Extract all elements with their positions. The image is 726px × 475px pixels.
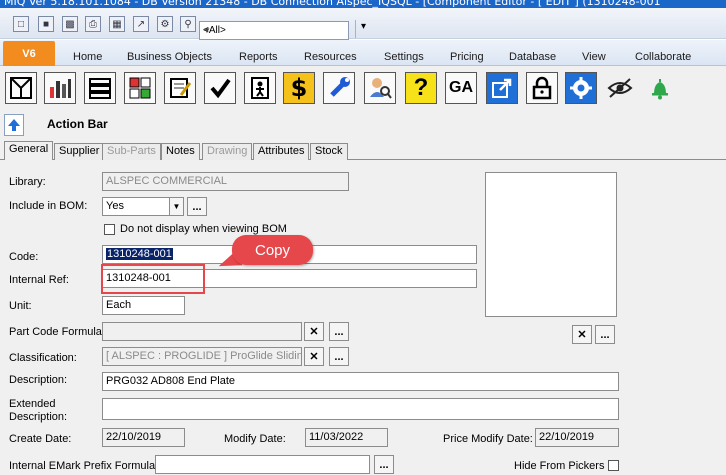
classification-more-button[interactable]: ... — [329, 347, 349, 366]
tab-general[interactable]: General — [4, 141, 54, 161]
print-icon[interactable]: ⎙ — [85, 16, 101, 32]
part-code-more-button[interactable]: ... — [329, 322, 349, 341]
quick-access-toolbar: □ ■ ▩ ⎙ ▦ ↗ ⚙ ⚲ <All> ▼ ▾ — [0, 8, 726, 40]
tab-notes[interactable]: Notes — [161, 143, 200, 160]
hide-pickers-label: Hide From Pickers — [514, 460, 605, 472]
image-more-button[interactable]: ... — [595, 325, 615, 344]
price-modify-date-label: Price Modify Date: — [443, 433, 533, 445]
library-field: ALSPEC COMMERCIAL — [102, 172, 349, 191]
list-view-icon[interactable] — [84, 72, 116, 104]
modify-date-field: 11/03/2022 — [305, 428, 388, 447]
window-title-bar: MIQ Ver 5.18.101.1084 - DB Version 21348… — [0, 0, 726, 8]
classification-field[interactable]: [ ALSPEC : PROGLIDE ] ProGlide Sliding — [102, 347, 302, 366]
unit-label: Unit: — [9, 300, 32, 312]
edit-form-icon[interactable] — [164, 72, 196, 104]
help-icon[interactable]: ? — [405, 72, 437, 104]
tab-resources[interactable]: Resources — [304, 51, 357, 63]
save-icon[interactable]: ■ — [38, 16, 54, 32]
dollar-label: $ — [290, 74, 308, 102]
ga-icon[interactable]: GA — [445, 72, 477, 104]
modify-date-label: Modify Date: — [224, 433, 286, 445]
user-search-icon[interactable] — [364, 72, 396, 104]
hide-pickers-checkbox[interactable] — [608, 460, 619, 471]
tab-supplier[interactable]: Supplier — [54, 143, 105, 160]
unit-field[interactable]: Each — [102, 296, 185, 315]
hide-eye-icon[interactable] — [604, 72, 636, 104]
export-icon[interactable]: ↗ — [133, 16, 149, 32]
copy-callout: Copy — [232, 235, 313, 265]
part-code-formula-label: Part Code Formula: — [9, 326, 105, 338]
grid-view-icon[interactable] — [124, 72, 156, 104]
tab-settings[interactable]: Settings — [384, 51, 424, 63]
component-icon[interactable] — [5, 72, 37, 104]
tab-database[interactable]: Database — [509, 51, 556, 63]
pricing-icon[interactable]: $ — [283, 72, 315, 104]
action-bar — [0, 110, 726, 140]
up-arrow-icon[interactable] — [4, 114, 24, 136]
tab-v6[interactable]: V6 — [3, 41, 55, 66]
extended-description-field[interactable] — [102, 398, 619, 420]
bell-icon[interactable] — [644, 72, 676, 104]
tab-home[interactable]: Home — [73, 51, 102, 63]
classification-clear-button[interactable]: ✕ — [304, 347, 324, 366]
export-arrow-icon[interactable] — [486, 72, 518, 104]
tab-reports[interactable]: Reports — [239, 51, 278, 63]
tab-attributes[interactable]: Attributes — [253, 143, 310, 160]
description-field[interactable]: PRG032 AD808 End Plate — [102, 372, 619, 391]
toolbar-separator — [355, 20, 356, 38]
create-date-label: Create Date: — [9, 433, 72, 445]
extended-description-label-2: Description: — [9, 411, 68, 423]
part-code-formula-field[interactable] — [102, 322, 302, 341]
part-code-clear-button[interactable]: ✕ — [304, 322, 324, 341]
include-bom-label: Include in BOM: — [9, 200, 88, 212]
create-date-field: 22/10/2019 — [102, 428, 185, 447]
classification-label: Classification: — [9, 352, 77, 364]
code-label: Code: — [9, 251, 39, 263]
internal-ref-label: Internal Ref: — [9, 274, 69, 286]
customize-toolbar-icon[interactable]: ▾ — [361, 21, 366, 32]
include-bom-select[interactable]: Yes ▼ — [102, 197, 184, 216]
lock-icon[interactable] — [526, 72, 558, 104]
tab-collaborate[interactable]: Collaborate — [635, 51, 691, 63]
tab-pricing[interactable]: Pricing — [450, 51, 484, 63]
price-modify-date-field: 22/10/2019 — [535, 428, 619, 447]
component-image-box[interactable] — [485, 172, 617, 317]
emark-prefix-more-button[interactable]: ... — [374, 455, 394, 474]
action-bar-title: Action Bar — [47, 117, 108, 131]
include-bom-more-button[interactable]: ... — [187, 197, 207, 216]
save-all-icon[interactable]: ▩ — [62, 16, 78, 32]
copy-highlight-box — [101, 264, 205, 294]
tab-view[interactable]: View — [582, 51, 606, 63]
chart-icon[interactable] — [44, 72, 76, 104]
no-display-checkbox[interactable] — [104, 224, 115, 235]
include-bom-value: Yes — [106, 200, 124, 212]
chevron-down-icon[interactable]: ▼ — [169, 198, 183, 215]
ga-label: GA — [449, 79, 473, 96]
no-display-label: Do not display when viewing BOM — [120, 223, 287, 235]
tab-stock[interactable]: Stock — [310, 143, 348, 160]
emark-prefix-field[interactable] — [155, 455, 370, 474]
settings-gear-icon[interactable] — [565, 72, 597, 104]
wrench-icon[interactable] — [323, 72, 355, 104]
image-clear-button[interactable]: ✕ — [572, 325, 592, 344]
tools-icon[interactable]: ⚙ — [157, 16, 173, 32]
ribbon-tab-bar — [0, 40, 726, 66]
tab-sub-parts[interactable]: Sub-Parts — [102, 143, 161, 160]
exit-door-icon[interactable] — [244, 72, 276, 104]
code-value: 1310248-001 — [106, 248, 173, 260]
question-label: ? — [413, 74, 429, 101]
tab-drawing[interactable]: Drawing — [202, 143, 253, 160]
chevron-down-icon: ▼ — [203, 26, 211, 35]
emark-prefix-label: Internal EMark Prefix Formula: — [9, 460, 159, 472]
search-icon[interactable]: ⚲ — [180, 16, 196, 32]
new-document-icon[interactable]: □ — [13, 16, 29, 32]
filter-combo[interactable]: <All> ▼ — [199, 21, 349, 40]
library-label: Library: — [9, 176, 46, 188]
checkmark-icon[interactable] — [204, 72, 236, 104]
screen-icon[interactable]: ▦ — [109, 16, 125, 32]
extended-description-label-1: Extended — [9, 398, 56, 410]
tab-business-objects[interactable]: Business Objects — [127, 51, 212, 63]
description-label: Description: — [9, 374, 68, 386]
window-title: MIQ Ver 5.18.101.1084 - DB Version 21348… — [4, 0, 661, 8]
